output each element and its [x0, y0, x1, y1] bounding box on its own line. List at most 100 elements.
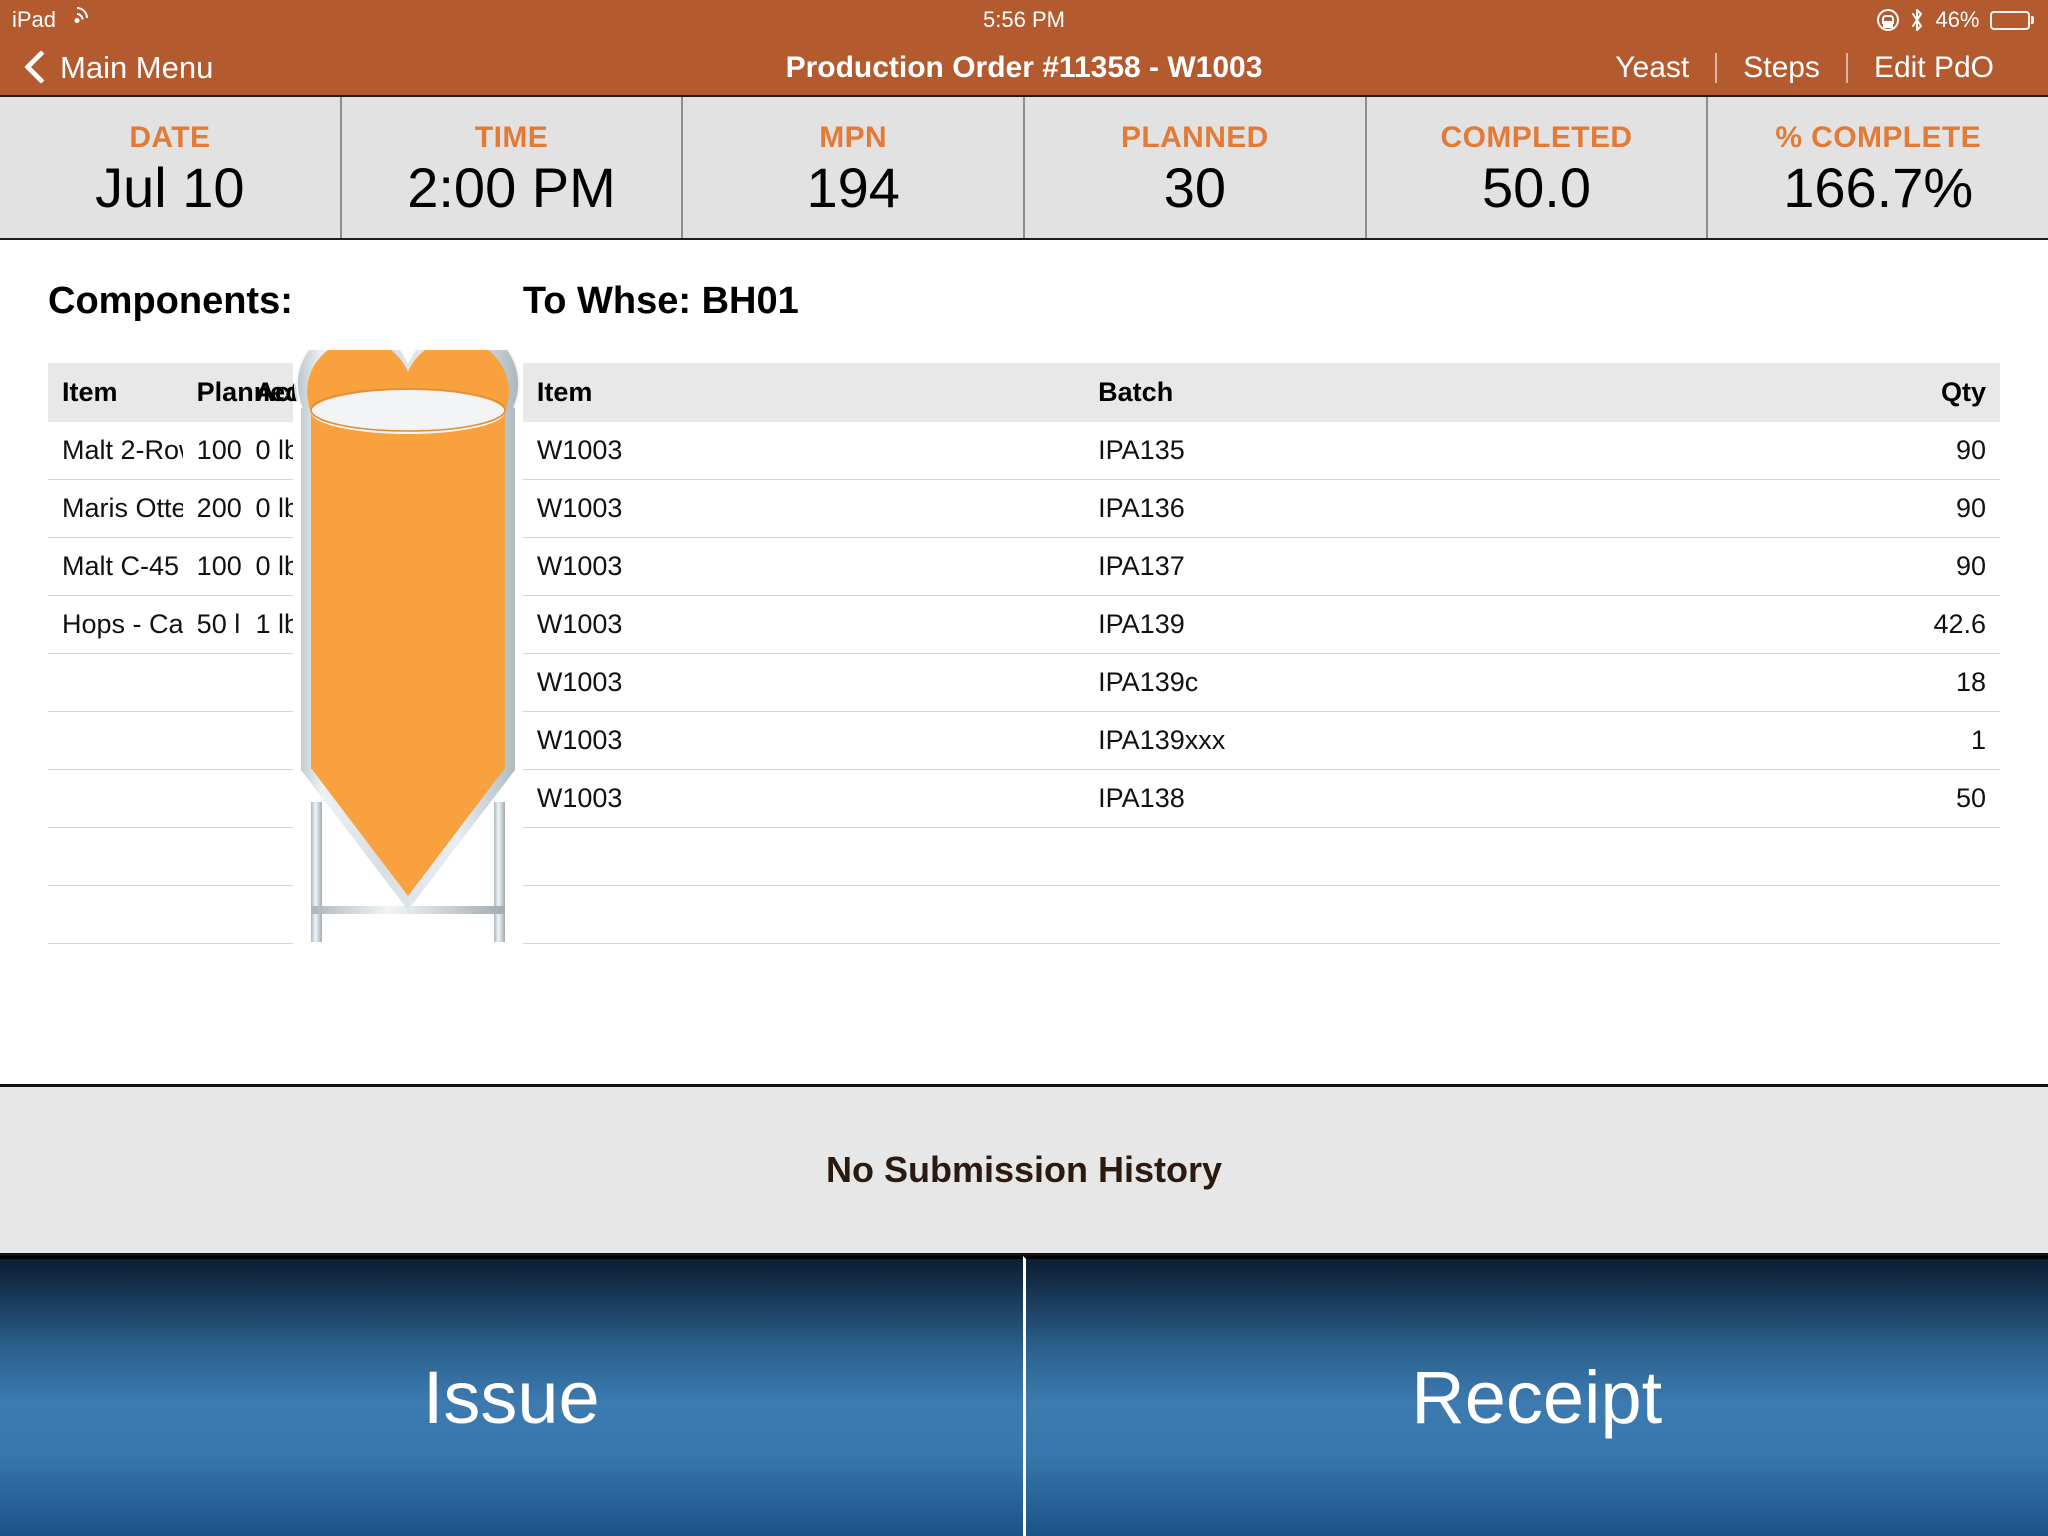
nav-action-yeast[interactable]: Yeast — [1589, 51, 1715, 85]
issue-button[interactable]: Issue — [0, 1256, 1023, 1536]
fermentation-tank-icon — [293, 350, 523, 942]
column-header-item: Item — [48, 363, 183, 422]
towhse-header-row: Item Batch Qty — [522, 363, 2000, 422]
components-title: Components: — [48, 280, 293, 322]
cell-item: Malt 2-Row Bulk — [48, 422, 183, 480]
battery-percent-label: 46% — [1935, 7, 1980, 32]
empty-table-row — [48, 769, 293, 828]
app-root: iPad 5:56 PM 46% Main Menu Production Or… — [0, 0, 2048, 1536]
nav-action-steps[interactable]: Steps — [1717, 51, 1846, 85]
empty-cell — [48, 711, 183, 770]
empty-cell — [182, 827, 242, 886]
column-header-planned: Planned — [182, 363, 302, 422]
cell-batch: IPA135 — [1084, 422, 1676, 480]
metric-value: 30 — [1163, 156, 1226, 220]
empty-cell — [48, 827, 183, 886]
empty-table-row — [48, 885, 293, 944]
empty-cell — [241, 885, 293, 944]
bluetooth-icon — [1909, 8, 1925, 32]
metric-value: Jul 10 — [95, 156, 245, 220]
components-table-row[interactable]: Malt C-45100 lb0 lb — [48, 537, 293, 596]
ios-status-bar: iPad 5:56 PM 46% — [0, 0, 2048, 40]
cell-qty: 90 — [1675, 537, 2000, 596]
metrics-strip: DATE Jul 10 TIME 2:00 PM MPN 194 PLANNED… — [0, 97, 2048, 240]
components-table-row[interactable]: Malt 2-Row Bulk1000 lb0 lb — [48, 422, 293, 480]
column-header-batch: Batch — [1084, 363, 1676, 422]
status-bar-right: 46% — [1877, 7, 2048, 33]
cell-item: Hops - Cascade — [48, 595, 183, 654]
components-panel: Components: Item Planned Actual Malt 2-R… — [0, 240, 338, 1084]
empty-cell — [1675, 827, 2000, 886]
metric-label: TIME — [474, 121, 549, 155]
components-table-row[interactable]: Hops - Cascade50 lb1 lb — [48, 595, 293, 654]
empty-cell — [182, 653, 242, 712]
towhse-table-row[interactable]: W1003 IPA136 90 — [522, 479, 2000, 538]
nav-action-edit-pdo[interactable]: Edit PdO — [1848, 51, 2020, 85]
cell-actual: 0 lb — [241, 537, 293, 596]
cell-planned: 1000 lb — [182, 422, 242, 480]
towhse-table-row[interactable]: W1003 IPA139c 18 — [522, 653, 2000, 712]
towhse-body: W1003 IPA135 90 W1003 IPA136 90 W1003 IPA137 90 W… — [522, 422, 2000, 944]
metric-label: PLANNED — [1120, 121, 1269, 155]
empty-table-row — [522, 885, 2000, 944]
cell-qty: 42.6 — [1675, 595, 2000, 654]
cell-planned: 100 lb — [182, 537, 242, 596]
empty-cell — [241, 769, 293, 828]
main-content: Components: Item Planned Actual Malt 2-R… — [0, 240, 2048, 1084]
cell-item: W1003 — [522, 595, 1085, 654]
components-table-row[interactable]: Maris Otter supersack200 lb0 lb — [48, 479, 293, 538]
cell-item: W1003 — [522, 479, 1085, 538]
empty-cell — [1084, 885, 1676, 944]
wifi-icon — [61, 2, 93, 34]
components-header-row: Item Planned Actual — [48, 363, 338, 422]
towhse-table-row[interactable]: W1003 IPA138 50 — [522, 769, 2000, 828]
cell-planned: 200 lb — [182, 479, 242, 538]
cell-batch: IPA139c — [1084, 653, 1676, 712]
empty-cell — [241, 711, 293, 770]
towhse-table: Item Batch Qty W1003 IPA135 90 W1003 IPA136 9… — [522, 363, 2000, 944]
empty-cell — [1084, 827, 1676, 886]
empty-table-row — [48, 653, 293, 712]
cell-qty: 1 — [1675, 711, 2000, 770]
empty-cell — [522, 885, 1085, 944]
cell-qty: 90 — [1675, 422, 2000, 480]
empty-cell — [182, 885, 242, 944]
cell-item: W1003 — [522, 422, 1085, 480]
cell-item: W1003 — [522, 711, 1085, 770]
towhse-table-row[interactable]: W1003 IPA135 90 — [522, 422, 2000, 480]
metric-label: % COMPLETE — [1775, 121, 1982, 155]
towhse-table-row[interactable]: W1003 IPA139 42.6 — [522, 595, 2000, 654]
cell-item: Malt C-45 — [48, 537, 183, 596]
metric-percent-complete: % COMPLETE 166.7% — [1708, 97, 2048, 238]
empty-table-row — [522, 827, 2000, 886]
cell-item: W1003 — [522, 653, 1085, 712]
empty-cell — [241, 653, 293, 712]
metric-value: 166.7% — [1783, 156, 1974, 220]
metric-mpn: MPN 194 — [683, 97, 1026, 238]
receipt-button[interactable]: Receipt — [1022, 1256, 2048, 1536]
metric-value: 50.0 — [1482, 156, 1592, 220]
empty-cell — [48, 653, 183, 712]
towhse-panel: To Whse: BH01 Item Batch Qty W1003 IPA135… — [522, 240, 2048, 1084]
cell-batch: IPA139 — [1084, 595, 1676, 654]
components-table: Item Planned Actual Malt 2-Row Bulk1000 … — [48, 363, 338, 944]
metric-label: COMPLETED — [1440, 121, 1633, 155]
empty-cell — [522, 827, 1085, 886]
metric-time: TIME 2:00 PM — [342, 97, 684, 238]
cell-item: W1003 — [522, 769, 1085, 828]
nav-actions: Yeast Steps Edit PdO — [1589, 51, 2048, 85]
battery-icon — [1989, 10, 2034, 30]
tank-panel — [293, 240, 523, 1084]
back-button-label: Main Menu — [60, 49, 214, 85]
metric-planned: PLANNED 30 — [1025, 97, 1367, 238]
cell-item: W1003 — [522, 537, 1085, 596]
cell-qty: 18 — [1675, 653, 2000, 712]
status-bar-left: iPad — [0, 2, 93, 34]
towhse-table-row[interactable]: W1003 IPA139xxx 1 — [522, 711, 2000, 770]
metric-label: MPN — [819, 121, 888, 155]
cell-batch: IPA137 — [1084, 537, 1676, 596]
back-button[interactable]: Main Menu — [0, 50, 213, 86]
cell-qty: 90 — [1675, 479, 2000, 538]
status-bar-clock: 5:56 PM — [983, 7, 1065, 32]
towhse-table-row[interactable]: W1003 IPA137 90 — [522, 537, 2000, 596]
